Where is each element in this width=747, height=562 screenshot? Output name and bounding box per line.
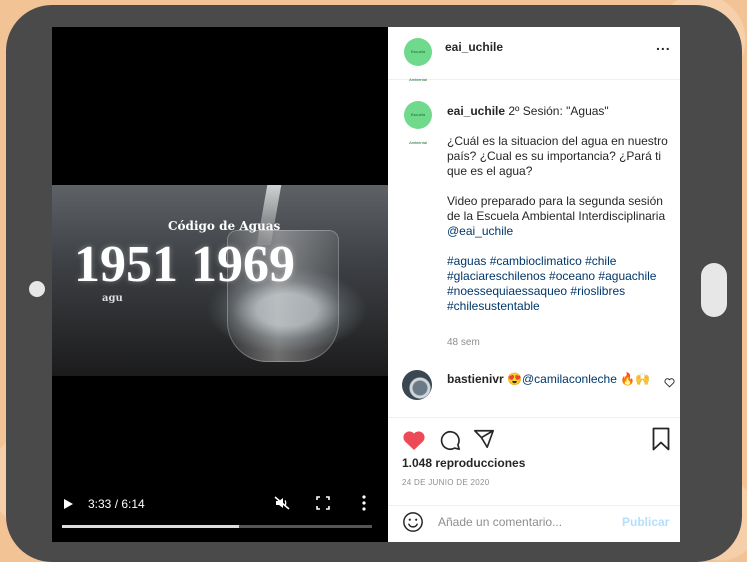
home-button[interactable] — [701, 263, 727, 317]
camera-dot — [29, 281, 45, 297]
caption-paragraph-1: ¿Cuál es la situacion del agua en nuestr… — [447, 134, 668, 178]
video-progress-fill — [62, 525, 239, 528]
video-overlay-title: Código de Aguas — [168, 219, 281, 233]
add-comment-bar: Publicar — [388, 505, 680, 542]
play-icon[interactable] — [64, 499, 73, 509]
more-vertical-icon[interactable] — [362, 495, 366, 511]
comment-bubble-icon[interactable] — [439, 429, 461, 451]
comment-username[interactable]: bastienivr — [447, 372, 504, 386]
publish-button[interactable]: Publicar — [622, 515, 669, 529]
avatar-text: Escuela Ambiental — [409, 112, 427, 145]
post-age: 48 sem — [447, 337, 480, 348]
post-actions: 1.048 reproducciones 24 DE JUNIO DE 2020 — [388, 417, 680, 518]
post-side-panel: Escuela Ambiental eai_uchile ... Escuela… — [388, 27, 680, 542]
comment-emoji-2: 🔥🙌 — [620, 372, 651, 386]
comment-avatar[interactable] — [402, 370, 432, 400]
video-overlay-years: 1951 1969 — [74, 236, 295, 293]
comment: bastienivr 😍@camilaconleche 🔥🙌 — [447, 372, 657, 387]
avatar-text: Escuela Ambiental — [409, 49, 427, 82]
avatar[interactable]: Escuela Ambiental — [404, 38, 432, 82]
video-controls: 3:33 / 6:14 — [52, 487, 388, 542]
fullscreen-icon[interactable] — [316, 496, 330, 510]
mute-icon[interactable] — [274, 495, 290, 511]
caption-paragraph-2: Video preparado para la segunda sesión d… — [447, 194, 666, 223]
emoji-smiley-icon[interactable] — [402, 511, 424, 533]
caption-username[interactable]: eai_uchile — [447, 104, 505, 118]
caption-mention-link[interactable]: @eai_uchile — [447, 224, 513, 238]
video-overlay-subtitle: agu — [102, 293, 123, 304]
post-username[interactable]: eai_uchile — [445, 40, 503, 54]
caption-title: 2º Sesión: "Aguas" — [508, 104, 609, 118]
video-time: 3:33 / 6:14 — [88, 497, 145, 511]
post-date: 24 DE JUNIO DE 2020 — [402, 478, 490, 487]
caption-hashtags[interactable]: #aguas #cambioclimatico #chile #glaciare… — [447, 254, 675, 314]
comment-emoji-1: 😍 — [507, 372, 522, 386]
video-frame[interactable]: Código de Aguas 1951 1969 agu — [52, 185, 388, 376]
more-options-icon[interactable]: ... — [656, 37, 671, 53]
share-paper-plane-icon[interactable] — [473, 428, 495, 450]
like-heart-icon[interactable] — [402, 429, 426, 451]
caption-avatar[interactable]: Escuela Ambiental — [404, 101, 432, 145]
comment-like-heart-icon[interactable] — [664, 377, 675, 388]
video-progress-bar[interactable] — [62, 525, 372, 528]
view-count[interactable]: 1.048 reproducciones — [402, 456, 525, 470]
comment-mention-link[interactable]: @camilaconleche — [522, 372, 617, 386]
comment-input[interactable] — [438, 513, 608, 531]
post-caption: eai_uchile 2º Sesión: "Aguas" ¿Cuál es l… — [447, 104, 675, 329]
video-player[interactable]: Código de Aguas 1951 1969 agu 3:33 / 6:1… — [52, 27, 388, 542]
post-header: Escuela Ambiental eai_uchile ... — [388, 27, 680, 82]
instagram-post-screen: Código de Aguas 1951 1969 agu 3:33 / 6:1… — [52, 27, 680, 542]
save-bookmark-icon[interactable] — [652, 427, 670, 451]
